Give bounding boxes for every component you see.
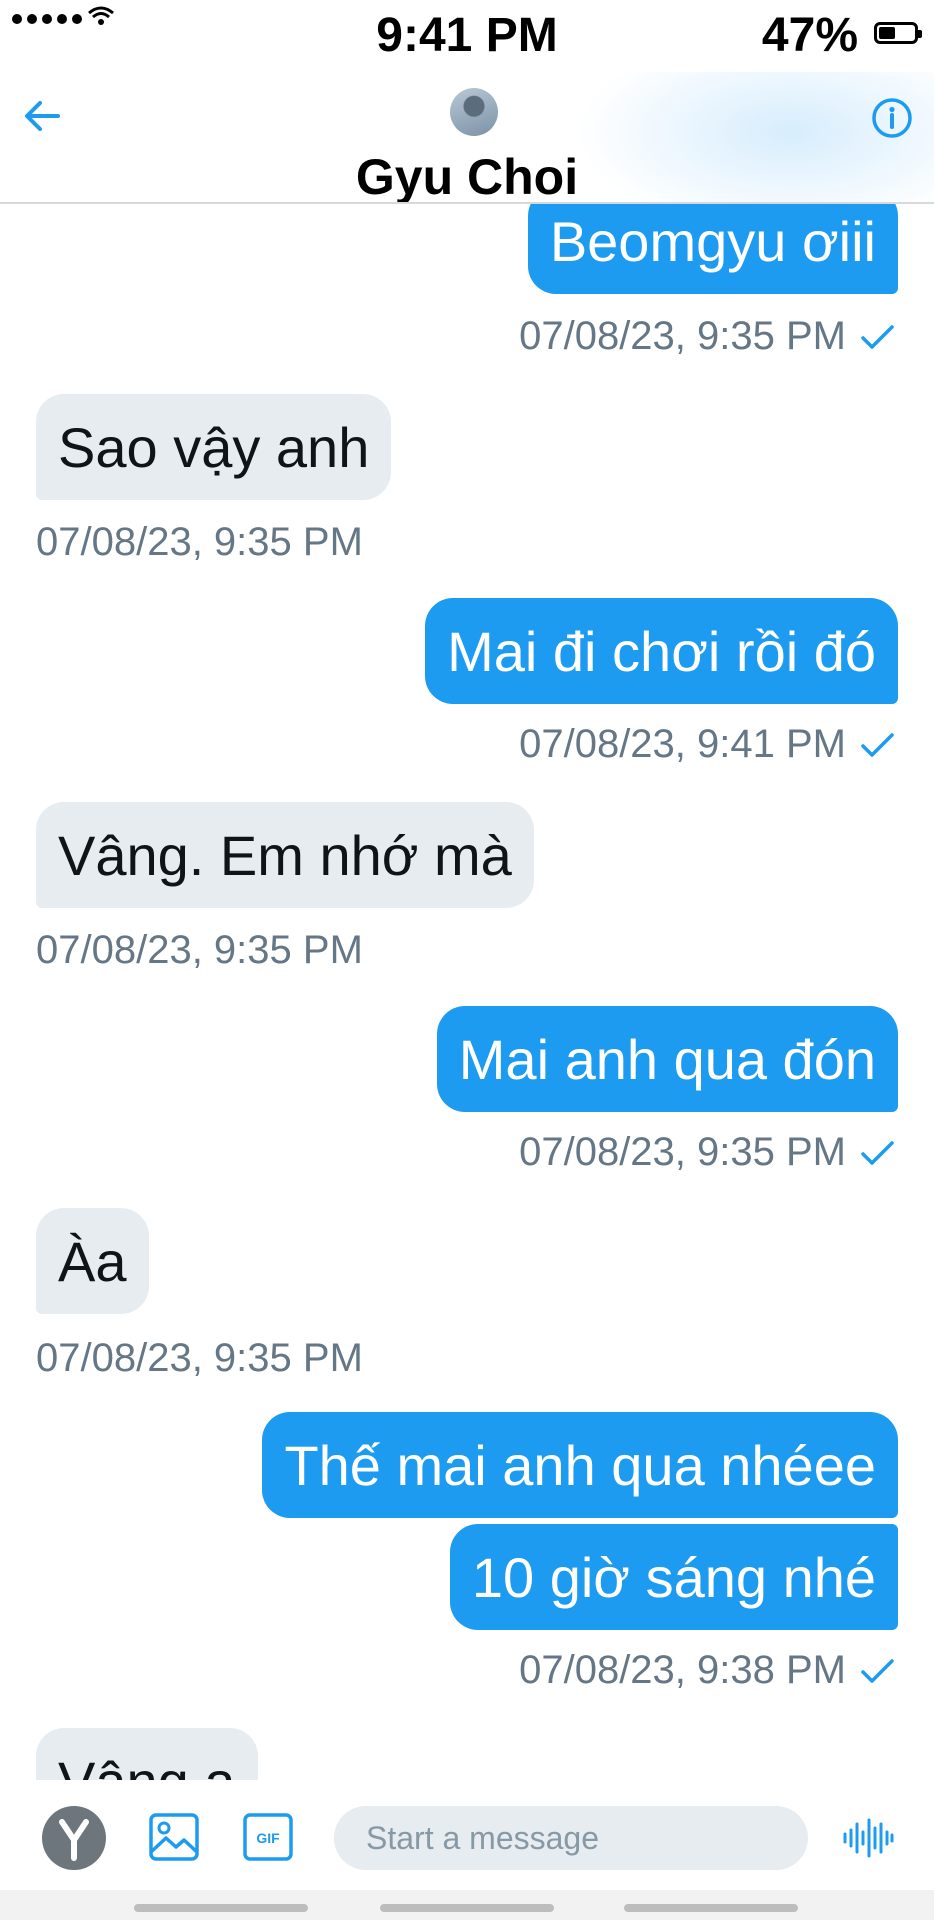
message-bubble[interactable]: Mai đi chơi rồi đó [425, 598, 898, 704]
message-timestamp: 07/08/23, 9:35 PM [519, 314, 898, 359]
read-check-icon [861, 1658, 894, 1683]
message-bubble[interactable]: Vâng. Em nhớ mà [36, 802, 534, 908]
message-timestamp: 07/08/23, 9:38 PM [519, 1648, 898, 1693]
message-thread[interactable]: Beomgyu ơiii 07/08/23, 9:35 PM Sao vậy a… [0, 202, 934, 1780]
message-bubble[interactable]: Vâng ạ [36, 1728, 258, 1780]
tab-indicator[interactable] [134, 1904, 308, 1912]
message-composer: GIF [0, 1780, 934, 1890]
message-bubble[interactable]: Àa [36, 1208, 149, 1314]
read-check-icon [861, 732, 894, 757]
message-timestamp: 07/08/23, 9:35 PM [36, 520, 363, 564]
message-timestamp: 07/08/23, 9:41 PM [519, 722, 898, 767]
voice-message-icon[interactable] [842, 1814, 894, 1862]
bottom-tab-bar [0, 1890, 934, 1920]
tab-indicator[interactable] [624, 1904, 798, 1912]
gif-icon[interactable]: GIF [242, 1812, 294, 1862]
message-timestamp: 07/08/23, 9:35 PM [36, 928, 363, 972]
message-bubble[interactable]: Sao vậy anh [36, 394, 392, 500]
message-input[interactable] [334, 1806, 808, 1870]
message-bubble[interactable]: 10 giờ sáng nhé [449, 1524, 898, 1630]
image-icon[interactable] [148, 1812, 200, 1862]
message-bubble[interactable]: Thế mai anh qua nhéee [262, 1412, 898, 1518]
y-avatar-icon[interactable] [42, 1806, 106, 1870]
message-bubble[interactable]: Mai anh qua đón [436, 1006, 898, 1112]
read-check-icon [861, 324, 894, 349]
svg-text:GIF: GIF [256, 1830, 280, 1846]
back-arrow-icon[interactable] [18, 92, 66, 140]
read-check-icon [861, 1140, 894, 1165]
contact-name[interactable]: Gyu Choi [0, 152, 934, 202]
info-icon[interactable] [870, 96, 914, 140]
message-timestamp: 07/08/23, 9:35 PM [36, 1336, 363, 1380]
conversation-header: Gyu Choi [0, 72, 934, 204]
message-timestamp: 07/08/23, 9:35 PM [519, 1130, 898, 1175]
avatar[interactable] [450, 88, 498, 136]
message-bubble[interactable]: Beomgyu ơiii [527, 202, 898, 294]
tab-indicator[interactable] [380, 1904, 554, 1912]
status-bar: 9:41 PM 47% [0, 0, 934, 72]
battery-percentage: 47% [761, 9, 858, 62]
battery-icon [874, 22, 922, 44]
